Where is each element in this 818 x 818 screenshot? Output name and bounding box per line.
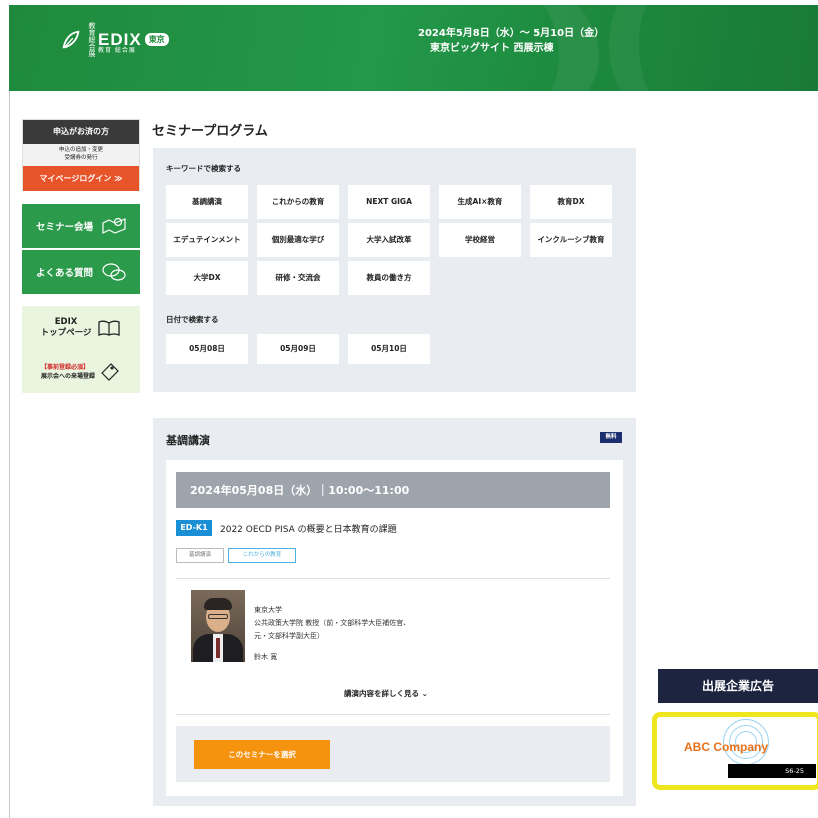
keyword-button[interactable]: これからの教育 [257,185,339,219]
speaker-title: 元・文部科学副大臣） [254,632,324,640]
show-details-link[interactable]: 講演内容を詳しく見る ⌄ [344,688,428,699]
keyword-button[interactable]: NEXT GIGA [348,185,430,219]
keyword-search-label: キーワードで検索する [166,164,241,173]
speaker-name: 鈴木 寛 [254,653,278,661]
keyword-button[interactable]: 教育DX [530,185,612,219]
keyword-button[interactable]: インクルーシブ教育 [530,223,612,257]
ticket-icon [101,362,119,381]
ad-booth-number: S6-25 [728,764,816,778]
top-page-label: EDIX トップページ [41,317,92,339]
exhibitor-ad-heading: 出展企業広告 [658,669,818,703]
seminar-datetime: 2024年05月08日（水）｜10:00～11:00 [176,472,610,508]
seminar-title: 2022 OECD PISA の概要と日本教育の課題 [220,525,397,535]
keyword-button[interactable]: 基調講演 [166,185,248,219]
seminar-venue-label: セミナー会場 [36,222,94,233]
ad-company-name: ABC Company [684,740,769,754]
keyword-button[interactable]: 研修・交流会 [257,261,339,295]
date-button[interactable]: 05月10日 [348,334,430,364]
apply-note: 申込の追加・変更 受講券の発行 [23,144,139,166]
logo-small-text: 教育総合展 [88,22,96,57]
page-border [9,90,10,818]
keyword-button[interactable]: 学校経営 [439,223,521,257]
seminar-tag[interactable]: 基調講演 [176,548,224,563]
top-page-line1: EDIX [54,317,78,327]
mypage-login-button[interactable]: マイページログイン ≫ [23,166,139,191]
select-seminar-button[interactable]: このセミナーを選択 [194,740,330,769]
free-badge: 無料 [600,432,622,443]
speaker-title: 公共政策大学院 教授（前・文部科学大臣補佐官、 [254,619,411,627]
top-page-line2: トップページ [40,328,92,338]
visitor-registration-button[interactable]: 【事前登録必須】 展示会への来場登録 [22,350,140,393]
date-search-label: 日付で検索する [166,315,219,324]
page-title: セミナープログラム [152,124,268,139]
registration-required: 【事前登録必須】 [40,363,89,371]
speaker-info: 東京大学 公共政策大学院 教授（前・文部科学大臣補佐官、 元・文部科学副大臣） … [254,604,410,664]
apply-title: 申込がお済の方 [23,120,139,144]
keyword-button[interactable]: 生成AI×教育 [439,185,521,219]
section-title: 基調講演 [166,434,210,447]
apply-note-2: 受講券の発行 [64,155,98,161]
apply-box: 申込がお済の方 申込の追加・変更 受講券の発行 マイページログイン ≫ [22,119,140,191]
faq-label: よくある質問 [36,268,94,279]
seminar-venue-button[interactable]: セミナー会場 [22,204,140,248]
leaf-icon [62,30,80,48]
speech-bubble-icon [102,263,126,281]
logo-region-pill: 東京 [144,33,169,46]
keyword-button[interactable]: 大学入試改革 [348,223,430,257]
seminar-tag[interactable]: これからの教育 [228,548,296,563]
logo-subtitle: 教育 総合展 [98,47,136,54]
registration-label: 【事前登録必須】 展示会への来場登録 [41,363,95,381]
open-book-icon [98,320,121,336]
event-venue: 東京ビッグサイト 西展示棟 [430,43,554,54]
faq-button[interactable]: よくある質問 [22,250,140,294]
speaker-org: 東京大学 [254,606,282,614]
keyword-button[interactable]: 教員の働き方 [348,261,430,295]
keyword-button[interactable]: エデュテインメント [166,223,248,257]
divider [176,578,610,579]
seminar-code-badge: ED-K1 [176,520,212,536]
divider [176,714,610,715]
keyword-button[interactable]: 個別最適な学び [257,223,339,257]
keyword-button[interactable]: 大学DX [166,261,248,295]
apply-note-1: 申込の追加・変更 [58,147,103,153]
page: 教育総合展 EDIX 東京 教育 総合展 2024年5月8日（水）～ 5月10日… [0,0,818,818]
date-button[interactable]: 05月08日 [166,334,248,364]
registration-text: 展示会への来場登録 [40,372,95,380]
speaker-photo [191,590,245,662]
map-pin-icon [102,217,126,234]
edix-top-page-button[interactable]: EDIX トップページ [22,306,140,350]
event-info: 2024年5月8日（水）～ 5月10日（金） 東京ビッグサイト 西展示棟 [418,26,604,56]
date-button[interactable]: 05月09日 [257,334,339,364]
event-dates: 2024年5月8日（水）～ 5月10日（金） [418,28,605,39]
